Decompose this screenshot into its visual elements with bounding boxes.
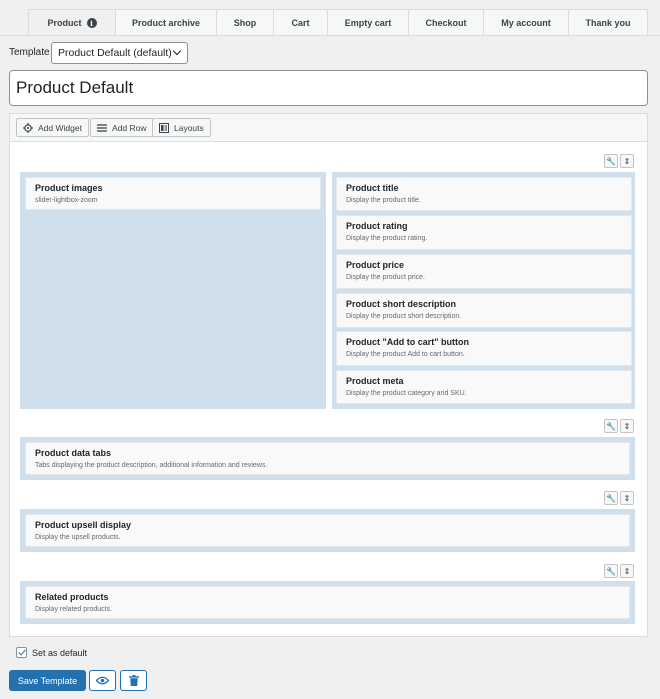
widget-product-data-tabs[interactable]: Product data tabs Tabs displaying the pr… [25,442,630,475]
tab-my-account[interactable]: My account [483,9,569,36]
tab-label: Product archive [131,18,201,28]
widget-product-add-to-cart[interactable]: Product "Add to cart" button Display the… [336,331,632,366]
widget-desc: Display the product short description. [346,313,462,320]
move-icon[interactable]: ⇕ [620,154,634,168]
row4-cell: Related products Display related product… [20,581,635,624]
tab-label: My account [501,18,551,28]
widget-desc: Display the product title. [346,197,421,204]
widget-title: Product meta [346,376,404,386]
save-template-label: Save Template [17,675,78,686]
move-icon[interactable]: ⇕ [620,491,634,505]
row1-left-cell: Product images slider-lightbox-zoom [20,172,326,409]
row-tools: 🔧 ⇕ [604,419,634,433]
builder-toolbar: Add Widget Add Row Layouts [10,114,647,142]
preview-button[interactable] [89,670,116,691]
widget-product-images[interactable]: Product images slider-lightbox-zoom [25,177,321,210]
set-default-label: Set as default [32,648,88,658]
template-title-value: Product Default [16,78,134,97]
tab-label: Shop [233,18,257,28]
add-row-label: Add Row [112,122,147,133]
tab-thank-you[interactable]: Thank you [568,9,648,36]
row-tools: 🔧 ⇕ [604,564,634,578]
eye-icon [96,676,109,685]
add-row-button[interactable]: Add Row [90,118,154,137]
tab-label: Cart [291,18,310,28]
template-tabs: Product i Product archive Shop Cart Empt… [28,9,660,36]
delete-button[interactable] [120,670,147,691]
widget-product-meta[interactable]: Product meta Display the product categor… [336,370,632,404]
widget-title: Product short description [346,299,457,309]
template-label: Template [9,47,50,58]
widget-product-title[interactable]: Product title Display the product title. [336,177,632,211]
row2-cell: Product data tabs Tabs displaying the pr… [20,437,635,480]
gear-icon [23,122,33,133]
widget-product-short-description[interactable]: Product short description Display the pr… [336,293,632,328]
row1-right-cell: Product title Display the product title.… [332,172,635,409]
tab-cart[interactable]: Cart [273,9,328,36]
tab-shop[interactable]: Shop [216,9,274,36]
info-icon[interactable]: i [86,18,97,28]
tabs-divider [0,35,660,36]
widget-title: Product images [35,183,103,193]
tab-label: Empty cart [344,18,392,28]
wrench-icon[interactable]: 🔧 [604,154,618,168]
widget-desc: Tabs displaying the product description,… [35,462,268,469]
row-tools: 🔧 ⇕ [604,491,634,505]
widget-title: Product price [346,260,405,270]
chevron-down-icon [172,46,182,56]
tab-checkout[interactable]: Checkout [408,9,484,36]
widget-title: Product upsell display [35,520,132,530]
move-icon[interactable]: ⇕ [620,419,634,433]
layouts-icon [159,122,169,133]
widget-title: Product title [346,183,399,193]
widget-title: Product "Add to cart" button [346,337,470,347]
widget-title: Related products [35,592,109,602]
widget-title: Product data tabs [35,448,112,458]
trash-icon [128,675,139,686]
widget-product-price[interactable]: Product price Display the product price. [336,254,632,289]
template-select[interactable]: Product Default (default) [51,42,188,64]
add-widget-label: Add Widget [38,122,82,133]
widget-desc: slider-lightbox-zoom [35,197,98,204]
tab-label: Thank you [585,18,631,28]
add-widget-button[interactable]: Add Widget [16,118,89,137]
row3-cell: Product upsell display Display the upsel… [20,509,635,552]
widget-desc: Display the product Add to cart button. [346,351,465,358]
move-icon[interactable]: ⇕ [620,564,634,578]
widget-product-upsell-display[interactable]: Product upsell display Display the upsel… [25,514,630,547]
widget-desc: Display the product category and SKU. [346,390,467,397]
wrench-icon[interactable]: 🔧 [604,419,618,433]
widget-desc: Display related products. [35,606,113,613]
page-builder: Add Widget Add Row Layouts 🔧 ⇕ Product i… [9,113,648,637]
tab-label: Checkout [425,18,467,28]
tab-product-archive[interactable]: Product archive [115,9,217,36]
layouts-label: Layouts [174,122,204,133]
row-tools: 🔧 ⇕ [604,154,634,168]
widget-desc: Display the product price. [346,274,425,281]
tab-label: Product [47,18,82,28]
rows-icon [97,123,107,132]
widget-desc: Display the product rating. [346,235,428,242]
layouts-button[interactable]: Layouts [152,118,211,137]
template-select-value: Product Default (default) [58,47,172,59]
widget-title: Product rating [346,221,408,231]
set-default-checkbox[interactable] [16,647,27,658]
widget-related-products[interactable]: Related products Display related product… [25,586,630,619]
widget-desc: Display the upsell products. [35,534,121,541]
template-title-input[interactable]: Product Default [9,70,648,106]
wrench-icon[interactable]: 🔧 [604,564,618,578]
tab-empty-cart[interactable]: Empty cart [327,9,409,36]
widget-product-rating[interactable]: Product rating Display the product ratin… [336,215,632,250]
save-template-button[interactable]: Save Template [9,670,86,691]
tab-product[interactable]: Product i [28,9,116,36]
wrench-icon[interactable]: 🔧 [604,491,618,505]
